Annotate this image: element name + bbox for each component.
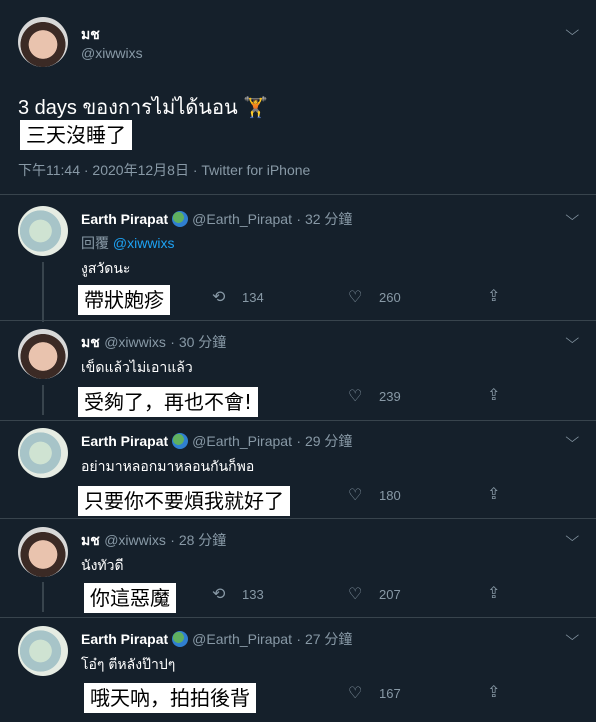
- subtitle-box: 哦天吶，拍拍後背: [84, 683, 256, 713]
- avatar[interactable]: [18, 206, 68, 256]
- share-icon[interactable]: ⇪: [487, 682, 500, 702]
- author-name[interactable]: มช: [81, 24, 100, 46]
- reply-header: Earth Pirapat @Earth_Pirapat · 32 分鐘: [81, 209, 352, 229]
- subtitle-box: 你這惡魔: [84, 583, 176, 613]
- chevron-down-icon[interactable]: ⌵: [565, 330, 579, 347]
- chevron-down-icon[interactable]: ⌵: [565, 627, 579, 644]
- like-count: 180: [379, 488, 401, 503]
- divider: [0, 617, 596, 618]
- thread-line: [42, 385, 44, 415]
- reply-prefix: 回覆: [81, 235, 109, 251]
- share-icon[interactable]: ⇪: [487, 385, 500, 405]
- share-icon[interactable]: ⇪: [487, 286, 500, 306]
- author-name[interactable]: Earth Pirapat: [81, 433, 168, 449]
- subtitle-box: 只要你不要煩我就好了: [78, 486, 290, 516]
- author-handle[interactable]: @Earth_Pirapat: [192, 211, 292, 227]
- reply-header: Earth Pirapat @Earth_Pirapat · 29 分鐘: [81, 431, 352, 451]
- thread-line: [42, 582, 44, 612]
- retweet-icon[interactable]: ⟲: [212, 584, 225, 604]
- avatar[interactable]: [18, 428, 68, 478]
- reply-text: เข็ดแล้วไม่เอาแล้ว: [81, 359, 193, 375]
- author-name[interactable]: มช: [81, 334, 100, 350]
- divider: [0, 518, 596, 519]
- divider: [0, 320, 596, 321]
- earth-globe-icon: [172, 211, 189, 227]
- author-handle[interactable]: @Earth_Pirapat: [192, 433, 292, 449]
- thread-line: [42, 262, 44, 322]
- earth-globe-icon: [172, 631, 189, 647]
- like-count: 239: [379, 389, 401, 404]
- share-icon[interactable]: ⇪: [487, 583, 500, 603]
- reply-text: นังทัวดี: [81, 557, 124, 573]
- avatar[interactable]: [18, 527, 68, 577]
- author-handle[interactable]: @xiwwixs: [104, 334, 166, 350]
- retweet-count: 134: [242, 290, 264, 305]
- author-handle[interactable]: @Earth_Pirapat: [192, 631, 292, 647]
- avatar[interactable]: [18, 17, 68, 67]
- reply-text: โอ๋ๆ ตีหลังป๊าปๆ: [81, 656, 176, 672]
- subtitle-box: 三天沒睡了: [20, 120, 132, 150]
- author-name[interactable]: Earth Pirapat: [81, 211, 168, 227]
- divider: [0, 420, 596, 421]
- retweet-icon[interactable]: ⟲: [212, 287, 225, 307]
- subtitle-box: 受夠了，再也不會!: [78, 387, 259, 417]
- subtitle-box: 帶狀皰疹: [78, 285, 170, 315]
- heart-icon[interactable]: ♡: [348, 287, 362, 307]
- avatar[interactable]: [18, 329, 68, 379]
- timestamp[interactable]: · 32 分鐘: [296, 211, 352, 227]
- chevron-down-icon[interactable]: ⌵: [565, 207, 579, 224]
- heart-icon[interactable]: ♡: [348, 584, 362, 604]
- earth-globe-icon: [172, 433, 189, 449]
- reply-text: งูสวัดนะ: [81, 260, 131, 276]
- timestamp[interactable]: · 28 分鐘: [170, 532, 226, 548]
- chevron-down-icon[interactable]: ⌵: [565, 429, 579, 446]
- tweet-text: 3 days ของการไม่ได้นอน 🏋: [18, 91, 268, 123]
- chevron-down-icon[interactable]: ⌵: [565, 22, 579, 39]
- retweet-count: 133: [242, 587, 264, 602]
- avatar[interactable]: [18, 626, 68, 676]
- share-icon[interactable]: ⇪: [487, 484, 500, 504]
- reply-context: 回覆 @xiwwixs: [81, 233, 175, 253]
- author-name[interactable]: มช: [81, 532, 100, 548]
- timestamp[interactable]: · 29 分鐘: [296, 433, 352, 449]
- timestamp[interactable]: · 30 分鐘: [170, 334, 226, 350]
- like-count: 260: [379, 290, 401, 305]
- tweet-meta[interactable]: 下午11:44 · 2020年12月8日 · Twitter for iPhon…: [18, 160, 310, 180]
- like-count: 207: [379, 587, 401, 602]
- tweet-text-body: 3 days ของการไม่ได้นอน: [18, 97, 238, 119]
- reply-header: มช @xiwwixs · 28 分鐘: [81, 530, 226, 552]
- reply-header: มช @xiwwixs · 30 分鐘: [81, 332, 226, 354]
- heart-icon[interactable]: ♡: [348, 485, 362, 505]
- divider: [0, 194, 596, 195]
- like-count: 167: [379, 686, 401, 701]
- reply-header: Earth Pirapat @Earth_Pirapat · 27 分鐘: [81, 629, 352, 649]
- timestamp[interactable]: · 27 分鐘: [296, 631, 352, 647]
- weightlifter-emoji: 🏋: [243, 97, 269, 119]
- heart-icon[interactable]: ♡: [348, 386, 362, 406]
- chevron-down-icon[interactable]: ⌵: [565, 528, 579, 545]
- author-handle[interactable]: @xiwwixs: [81, 45, 143, 61]
- reply-to-link[interactable]: @xiwwixs: [113, 235, 175, 251]
- author-handle[interactable]: @xiwwixs: [104, 532, 166, 548]
- author-name[interactable]: Earth Pirapat: [81, 631, 168, 647]
- heart-icon[interactable]: ♡: [348, 683, 362, 703]
- reply-text: อย่ามาหลอกมาหลอนกันก็พอ: [81, 458, 255, 474]
